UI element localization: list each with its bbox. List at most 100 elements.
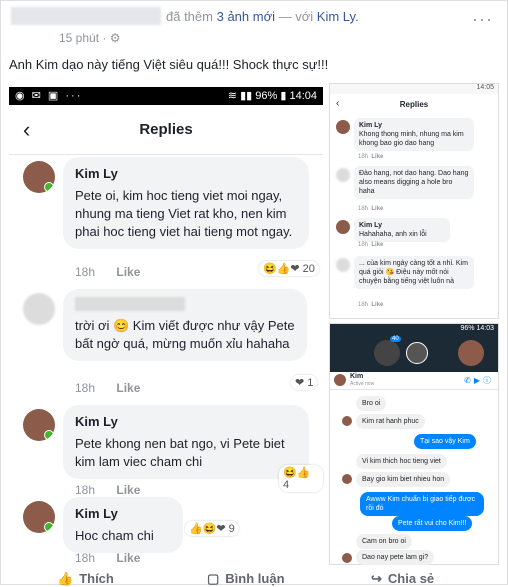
video-icon: ▶ [473, 376, 483, 385]
comment-body: Hahahaha, anh xin lỗi [359, 231, 427, 238]
comment: ... của kim ngày càng tốt a nhỉ. Kim quá… [334, 256, 494, 312]
comment-time: 18h [358, 242, 369, 248]
post-text: Anh Kim dạo này tiếng Việt siêu quá!!! S… [9, 57, 329, 72]
comment: Kim Ly Pete khong nen bat ngo, vi Pete b… [9, 405, 323, 500]
battery-level: 96% [460, 325, 475, 332]
comment-bubble: Kim Ly Pete oi, kim hoc tieng viet moi n… [63, 157, 309, 249]
reactions-count[interactable]: ❤ 1 [291, 375, 318, 390]
avatar [334, 374, 346, 386]
avatar[interactable] [23, 409, 55, 441]
like-button: Like [371, 242, 384, 248]
blurred-avatar [23, 293, 55, 325]
comment-meta: 18h Like [358, 206, 383, 212]
reaction-number: 4 [283, 479, 290, 491]
comment-bubble: ... của kim ngày càng tốt a nhỉ. Kim quá… [354, 256, 474, 289]
commenter-name[interactable]: Kim Ly [75, 413, 297, 431]
notification-icons: ◉ ✉ ▣ ··· [15, 90, 83, 102]
tagged-name-link[interactable]: Kim Ly. [317, 9, 359, 24]
reaction-emoji-icons: 😆👍 [283, 467, 311, 479]
post-time[interactable]: 15 phút · ⚙ [59, 31, 121, 45]
contact-name: Kim [350, 373, 364, 380]
like-button[interactable]: Like [116, 483, 140, 497]
blurred-commenter-name [75, 297, 185, 311]
message-outgoing: Tại sao vậy Kim [414, 434, 476, 449]
status-right: ≋ ▮▮ 96% ▮ 14:04 [228, 89, 317, 102]
post-actions: 👍 Thích ▢ Bình luận ↪ Chia sẻ [1, 569, 507, 586]
avatar[interactable] [23, 161, 55, 193]
heart-reaction-icon: ❤ [295, 377, 305, 389]
comment-meta: 18h Like [358, 242, 383, 248]
action-text: đã thêm [166, 9, 213, 24]
comment: Kim Ly Hahahaha, anh xin lỗi 18h Like [334, 218, 494, 250]
message-incoming: Vi kim thich hoc tieng viet [356, 454, 447, 469]
comment-label: Bình luận [225, 571, 285, 586]
message-incoming: Kim rat hanh phuc [356, 414, 425, 429]
reaction-number: 1 [307, 377, 314, 389]
status-bar: 96% 14:03 [461, 325, 495, 332]
signal-icon: ▮▮ [240, 90, 253, 102]
chat-heads-bar: 96% 14:03 40 [330, 324, 498, 372]
message-outgoing: Pete rất vui cho Kim!!! [392, 516, 473, 531]
photos-link[interactable]: 3 ảnh mới [217, 9, 275, 24]
photo-collage[interactable]: ◉ ✉ ▣ ··· ≋ ▮▮ 96% ▮ 14:04 ‹ Replies Kim… [9, 83, 499, 565]
status-bar: ◉ ✉ ▣ ··· ≋ ▮▮ 96% ▮ 14:04 [9, 87, 323, 105]
avatar[interactable] [23, 501, 55, 533]
reactions-count[interactable]: 👍😆❤ 9 [185, 521, 239, 536]
reaction-number: 9 [228, 523, 235, 535]
comment-body: Pete khong nen bat ngo, vi Pete biet kim… [75, 436, 285, 469]
main-screenshot[interactable]: ◉ ✉ ▣ ··· ≋ ▮▮ 96% ▮ 14:04 ‹ Replies Kim… [9, 87, 323, 565]
message-incoming: Bro oi [356, 396, 387, 411]
like-button: Like [371, 206, 384, 212]
like-button[interactable]: Like [116, 381, 140, 395]
comment: trời ơi 😊 Kim viết được như vậy Pete bất… [9, 289, 323, 399]
comment-body: trời ơi 😊 Kim viết được như vậy Pete bất… [75, 318, 295, 351]
avatar [342, 474, 352, 484]
like-button[interactable]: Like [116, 551, 140, 565]
reactions-count[interactable]: 😆👍 4 [279, 465, 323, 492]
like-button[interactable]: Like [116, 265, 140, 279]
status-time: 14:05 [476, 84, 494, 91]
with-text: với [295, 9, 314, 24]
comment-bubble: Kim Ly Pete khong nen bat ngo, vi Pete b… [63, 405, 309, 479]
reaction-number: 20 [302, 263, 315, 275]
comment: Kim Ly Khong thong minh, nhung ma kim kh… [334, 118, 494, 162]
more-icon[interactable]: ··· [472, 9, 493, 30]
comment-meta: 18h Like [75, 381, 140, 395]
comment-bubble: Kim Ly Khong thong minh, nhung ma kim kh… [354, 118, 474, 151]
status-time: 14:03 [476, 325, 494, 332]
status-time: 14:04 [289, 90, 317, 102]
phone-icon: ✆ [464, 376, 474, 385]
like-button: Like [371, 302, 384, 308]
top-right-screenshot[interactable]: 14:05 ‹ Replies Kim Ly Khong thong minh,… [329, 83, 499, 319]
comment: Kim Ly Hoc cham chi 18h Like 👍😆❤ 9 [9, 497, 323, 565]
comment: Kim Ly Pete oi, kim hoc tieng viet moi n… [9, 157, 323, 279]
status-bar: 14:05 [330, 84, 498, 94]
comment-time: 18h [358, 206, 369, 212]
comment-time: 18h [75, 265, 96, 279]
facebook-post: đã thêm 3 ảnh mới — với Kim Ly. 15 phút … [0, 0, 508, 586]
battery-level: 96% [255, 90, 278, 102]
comment-time: 18h [358, 154, 369, 160]
comment: Đào hang, not dao hang. Dao hang also me… [334, 166, 494, 214]
comment-meta: 18h Like [75, 265, 140, 279]
message-incoming: Bay gio kim biet nhieu hon [356, 472, 451, 487]
share-label: Chia sẻ [387, 571, 435, 586]
avatar [336, 220, 350, 234]
like-button: Like [371, 154, 384, 160]
time-separator: · [102, 31, 107, 45]
chat-head-avatar [374, 340, 400, 366]
call-icons: ✆▶ⓘ [464, 375, 494, 386]
bottom-right-screenshot[interactable]: 96% 14:03 40 Kim Active now ✆▶ⓘ Bro oi K… [329, 323, 499, 565]
commenter-name: Kim Ly [359, 122, 383, 129]
commenter-name[interactable]: Kim Ly [75, 165, 297, 183]
like-label: Thích [79, 571, 114, 586]
comment-bubble: trời ơi 😊 Kim viết được như vậy Pete bất… [63, 289, 307, 361]
message-incoming: Cam on bro oi [356, 534, 412, 549]
comment-body: Hoc cham chi [75, 528, 154, 543]
messenger-bubble-icon [406, 342, 428, 364]
commenter-name[interactable]: Kim Ly [75, 505, 171, 523]
comment-time: 18h [75, 483, 96, 497]
reactions-count[interactable]: 😆👍❤ 20 [259, 261, 319, 276]
post-header: đã thêm 3 ảnh mới — với Kim Ly. 15 phút … [1, 1, 507, 57]
separator: — [278, 9, 292, 24]
